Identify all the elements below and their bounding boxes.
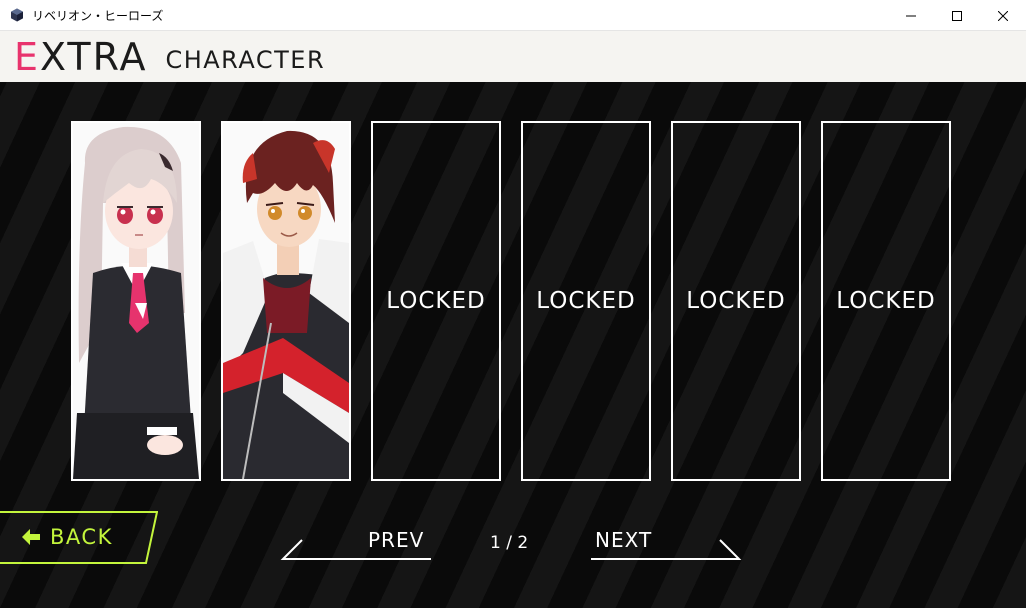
maximize-button[interactable]: [934, 0, 980, 31]
next-label: NEXT: [595, 528, 653, 552]
arrow-left-icon: [22, 529, 40, 545]
locked-label: LOCKED: [686, 288, 786, 314]
window-title: リベリオン・ヒーローズ: [32, 8, 164, 23]
page-indicator: 1 / 2: [490, 533, 529, 553]
character-card-6-locked[interactable]: LOCKED: [821, 121, 951, 481]
locked-label: LOCKED: [836, 288, 936, 314]
screen-title: EXTRA: [14, 38, 147, 76]
screen-subtitle: CHARACTER: [165, 46, 326, 74]
character-card-2[interactable]: [221, 121, 351, 481]
character-card-5-locked[interactable]: LOCKED: [671, 121, 801, 481]
back-button[interactable]: BACK: [0, 511, 158, 564]
close-button[interactable]: [980, 0, 1026, 31]
prev-label: PREV: [368, 528, 425, 552]
character-card-4-locked[interactable]: LOCKED: [521, 121, 651, 481]
close-icon: [998, 10, 1008, 21]
boy-character-portrait: [223, 123, 349, 479]
prev-button[interactable]: PREV: [280, 524, 432, 562]
screen-title-rest: XTRA: [40, 35, 148, 79]
window-controls: [888, 0, 1026, 31]
back-label: BACK: [50, 525, 113, 549]
window-titlebar: リベリオン・ヒーローズ: [0, 0, 1026, 31]
minimize-button[interactable]: [888, 0, 934, 31]
character-card-3-locked[interactable]: LOCKED: [371, 121, 501, 481]
screen-title-accent-letter: E: [14, 35, 41, 79]
character-card-1[interactable]: [71, 121, 201, 481]
maximize-icon: [952, 10, 962, 21]
girl-character-portrait: [73, 123, 199, 479]
minimize-icon: [906, 15, 916, 16]
next-button[interactable]: NEXT: [590, 524, 742, 562]
locked-label: LOCKED: [536, 288, 636, 314]
app-cube-icon: [11, 8, 23, 22]
locked-label: LOCKED: [386, 288, 486, 314]
screen-header: EXTRA CHARACTER: [0, 31, 1026, 82]
